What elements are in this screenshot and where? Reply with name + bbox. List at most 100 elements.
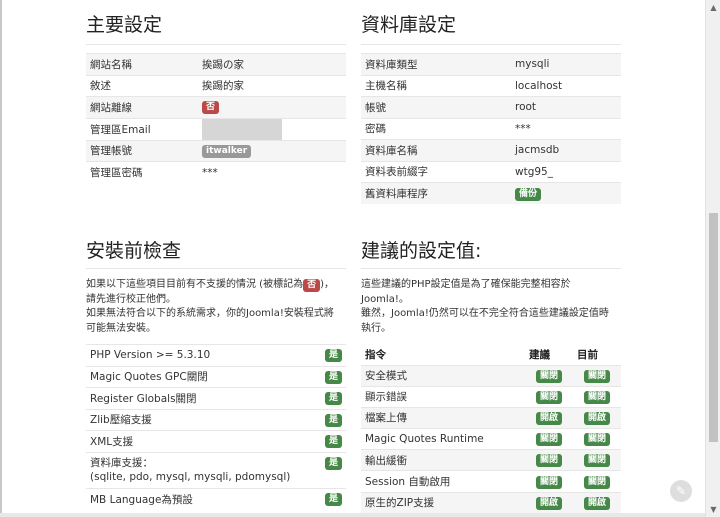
table-row: Zlib壓縮支援 是 (86, 408, 346, 431)
chevron-down-icon[interactable]: ▼ (706, 502, 720, 517)
row-value: 挨踢の家 (198, 53, 346, 75)
page-bottom-edge (0, 513, 705, 517)
table-row: MB Language為預設 是 (86, 487, 346, 510)
actual-badge: 關閉 (583, 433, 610, 447)
row-label: 舊資料庫程序 (361, 182, 511, 204)
status-badge: 否 (202, 101, 220, 115)
table-row: 資料庫類型 mysqli (361, 53, 621, 75)
row-label: 資料庫類型 (361, 53, 511, 75)
row-label: 資料庫名稱 (361, 139, 511, 161)
row-label: 管理區Email (86, 117, 198, 140)
actual-badge: 關閉 (583, 369, 610, 383)
row-value: root (511, 96, 621, 118)
row-value: *** (511, 117, 621, 140)
backup-badge: 備份 (515, 187, 542, 201)
row-value: *** (198, 161, 346, 183)
row-label: 網站離線 (86, 96, 198, 118)
preinstall-title: 安裝前檢查 (86, 240, 182, 262)
divider (361, 44, 621, 45)
actual-badge: 關閉 (583, 454, 610, 468)
table-row: 管理區Email (86, 117, 346, 140)
recommended-badge: 關閉 (535, 390, 562, 404)
recommended-badge: 關閉 (535, 475, 562, 489)
preinstall-intro: 如果以下這些項目目前有不支援的情況 (被標記為否)， 請先進行校正他們。 如果無… (86, 279, 335, 334)
divider (361, 268, 621, 269)
header-recommended: 建議 (529, 348, 550, 361)
table-row: Magic Quotes GPC關閉 是 (86, 365, 346, 388)
table-row: Register Globals關閉 是 (86, 387, 346, 409)
row-value: jacmsdb (511, 139, 621, 161)
table-row: 主機名稱 localhost (361, 74, 621, 97)
recommended-badge: 開啟 (535, 496, 562, 510)
actual-badge: 關閉 (583, 475, 610, 489)
table-row: 管理帳號 itwalker (86, 139, 346, 162)
recommended-intro: 這些建議的PHP設定值是為了確保能完整相容於 Joomla!。 雖然，Jooml… (361, 279, 609, 334)
table-row: 舊資料庫程序 備份 (361, 182, 621, 204)
table-row: 密碼 *** (361, 117, 621, 140)
recommended-table: 指令 建議 目前 安全模式 關閉 關閉 顯示錯誤 關閉 關閉 檔案上傳 開啟 開… (361, 344, 621, 514)
preinstall-checks-table: PHP Version >= 5.3.10 是 Magic Quotes GPC… (86, 344, 346, 510)
row-value: localhost (511, 74, 621, 97)
table-row: XML支援 是 (86, 430, 346, 452)
header-actual: 目前 (577, 348, 598, 361)
table-row: 原生的ZIP支援 開啟 開啟 (361, 491, 621, 514)
database-settings-table: 資料庫類型 mysqli 主機名稱 localhost 帳號 root 密碼 *… (361, 53, 621, 204)
check-label: XML支援 (86, 430, 316, 452)
table-row: 帳號 root (361, 96, 621, 118)
vertical-scrollbar[interactable]: ▲ ▼ (705, 0, 720, 517)
status-badge: 是 (324, 370, 342, 384)
header-directive: 指令 (365, 348, 386, 361)
scrollbar-thumb[interactable] (709, 213, 718, 442)
check-label: Magic Quotes GPC關閉 (86, 365, 316, 388)
actual-badge: 開啟 (583, 411, 610, 425)
divider (86, 44, 346, 45)
recommended-badge: 開啟 (535, 411, 562, 425)
table-row: 網站離線 否 (86, 96, 346, 118)
main-settings-table: 網站名稱 挨踢の家 敘述 挨踢的家 網站離線 否 管理區Email 管理帳號 i… (86, 53, 346, 183)
row-label: 資料表前綴字 (361, 160, 511, 183)
check-sublabel: (sqlite, pdo, mysql, mysqli, pdomysql) (90, 471, 291, 483)
table-row: 資料表前綴字 wtg95_ (361, 160, 621, 183)
username-badge: itwalker (202, 144, 252, 158)
check-label: Register Globals關閉 (86, 387, 316, 409)
row-label: 敘述 (86, 74, 198, 97)
table-row: 檔案上傳 開啟 開啟 (361, 406, 621, 429)
row-label: 網站名稱 (86, 53, 198, 75)
divider (86, 268, 346, 269)
main-settings-title: 主要設定 (86, 14, 163, 36)
status-badge: 是 (324, 493, 342, 506)
recommended-badge: 關閉 (535, 433, 562, 447)
table-row: PHP Version >= 5.3.10 是 (86, 344, 346, 366)
table-header: 指令 建議 目前 (361, 344, 621, 365)
status-badge: 是 (324, 456, 342, 470)
check-label: MB Language為預設 (86, 487, 316, 510)
status-badge: 是 (324, 435, 342, 449)
row-value: mysqli (511, 53, 621, 75)
row-label: 管理區密碼 (86, 161, 198, 183)
actual-badge: 關閉 (583, 390, 610, 404)
recommended-title: 建議的設定值: (361, 240, 482, 262)
actual-badge: 開啟 (583, 496, 610, 510)
table-row: 安全模式 關閉 關閉 (361, 364, 621, 387)
row-label: 管理帳號 (86, 139, 198, 162)
status-badge: 是 (324, 349, 342, 363)
chevron-up-icon[interactable]: ▲ (706, 0, 720, 15)
database-settings-title: 資料庫設定 (361, 14, 457, 36)
no-badge: 否 (303, 279, 321, 292)
row-label: 帳號 (361, 96, 511, 118)
edit-icon[interactable]: ✎ (670, 480, 692, 502)
table-row: Session 自動啟用 關閉 關閉 (361, 470, 621, 493)
recommended-badge: 關閉 (535, 369, 562, 383)
recommended-badge: 關閉 (535, 454, 562, 468)
table-row: 網站名稱 挨踢の家 (86, 53, 346, 75)
status-badge: 是 (324, 392, 342, 406)
window-border (0, 0, 2, 517)
row-value: 挨踢的家 (198, 74, 346, 97)
check-label: 資料庫支援： (90, 457, 153, 469)
table-row: 資料庫支援： (sqlite, pdo, mysql, mysqli, pdom… (86, 451, 346, 488)
status-badge: 是 (324, 413, 342, 427)
table-row: 資料庫名稱 jacmsdb (361, 139, 621, 161)
table-row: 輸出緩衝 關閉 關閉 (361, 449, 621, 471)
table-row: Magic Quotes Runtime 關閉 關閉 (361, 428, 621, 450)
table-row: 顯示錯誤 關閉 關閉 (361, 385, 621, 408)
